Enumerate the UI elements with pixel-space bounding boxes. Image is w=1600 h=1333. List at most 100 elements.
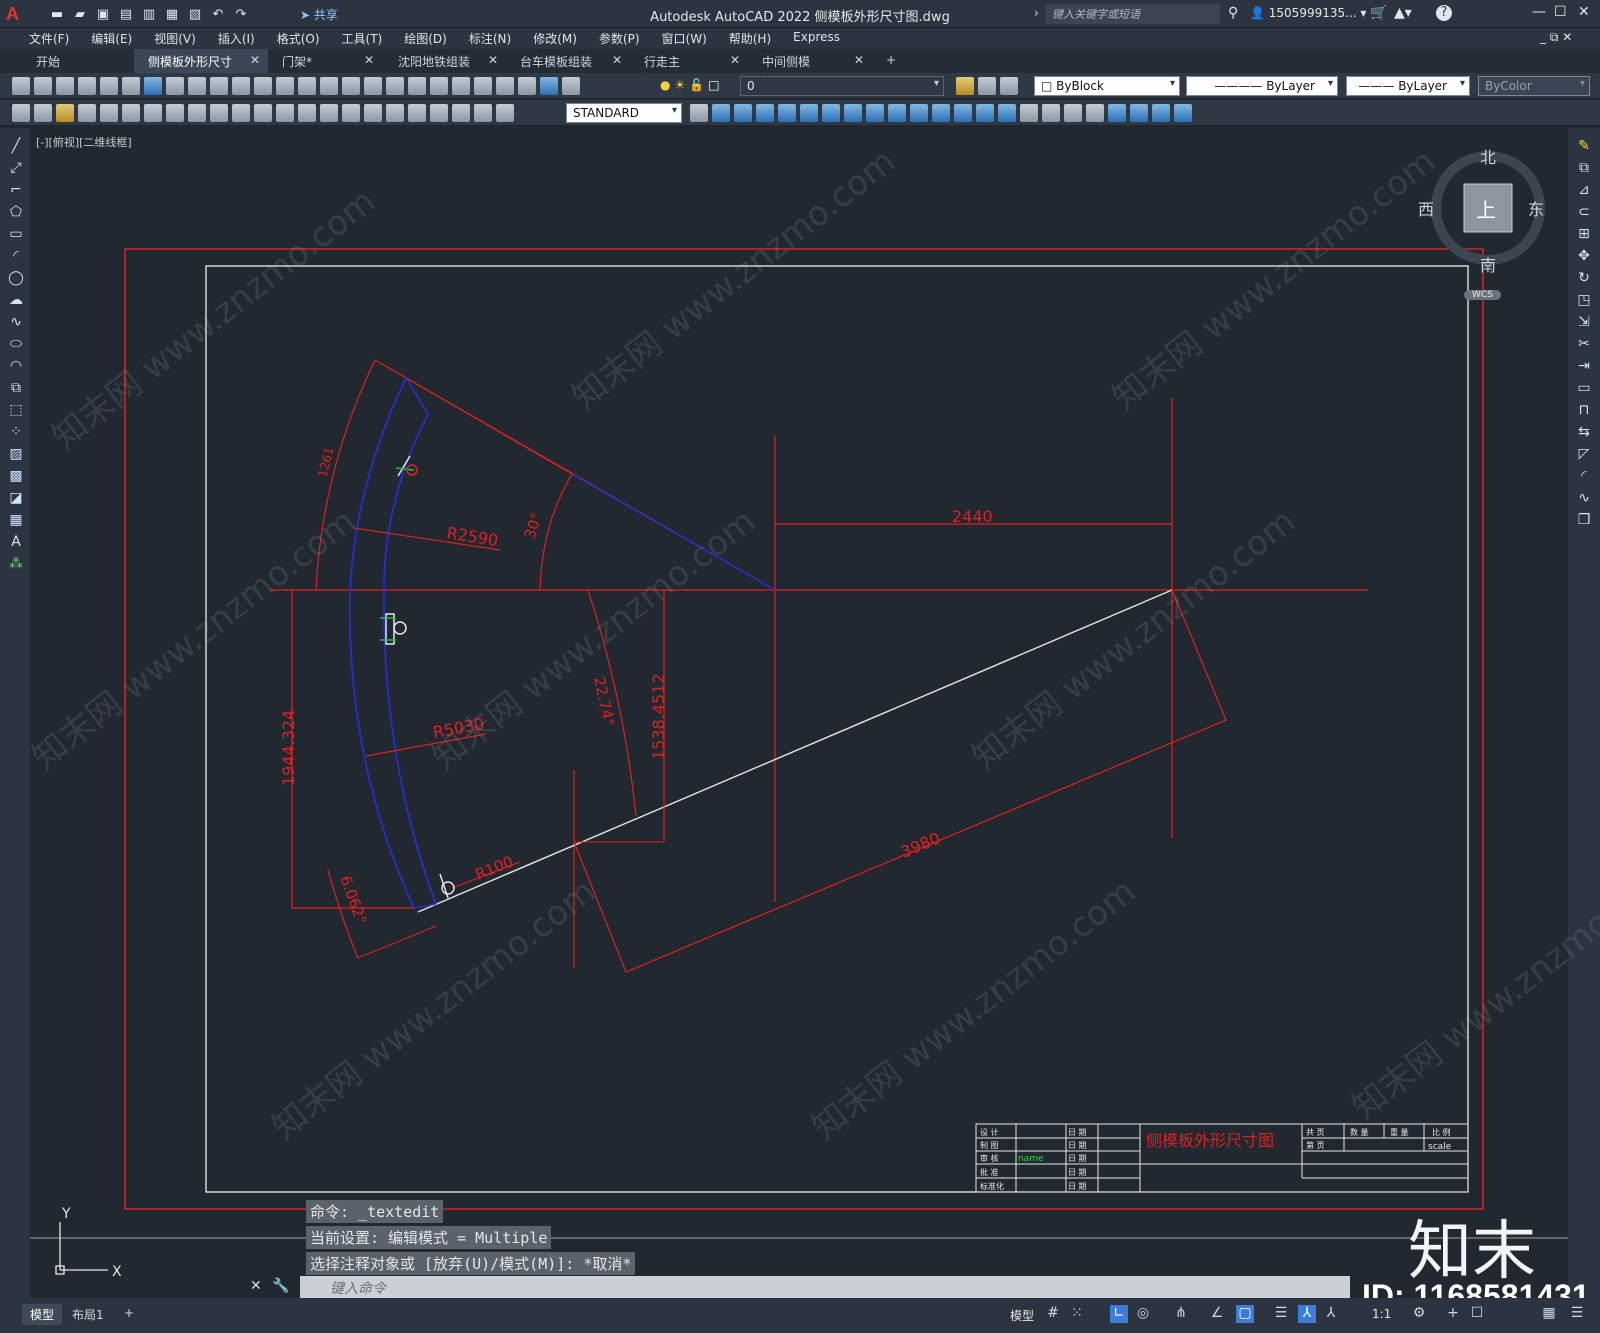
ellipse-icon[interactable]: ⬭ <box>8 336 24 352</box>
menu-dimension[interactable]: 标注(N) <box>458 28 522 49</box>
viewport-label[interactable]: [-][俯视][二维线框] <box>36 134 132 150</box>
3d-rotate-icon[interactable] <box>1130 104 1148 122</box>
offset-icon[interactable]: ⊂ <box>1576 204 1592 220</box>
viewcube-top[interactable]: 上 <box>1476 194 1496 223</box>
isodraft-icon[interactable]: ⋔ <box>1172 1305 1190 1323</box>
sphere-icon[interactable] <box>778 104 796 122</box>
wedge-icon[interactable] <box>822 104 840 122</box>
dim-break-icon[interactable] <box>342 104 360 122</box>
dim-text-edit-icon[interactable] <box>474 104 492 122</box>
tab-close-icon[interactable]: ✕ <box>364 53 374 73</box>
model-space-label[interactable]: 模型 <box>1010 1307 1034 1324</box>
menu-view[interactable]: 视图(V) <box>143 28 207 49</box>
dim-diameter-icon[interactable] <box>210 104 228 122</box>
pyramid-icon[interactable] <box>844 104 862 122</box>
box-icon[interactable] <box>712 104 730 122</box>
3d-move-icon[interactable] <box>1108 104 1126 122</box>
paste-icon[interactable] <box>210 77 228 95</box>
arc-icon[interactable]: ◜ <box>8 248 24 264</box>
sweep-icon[interactable] <box>910 104 928 122</box>
text-style-dropdown[interactable]: STANDARD ▾ <box>566 103 682 123</box>
menu-express[interactable]: Express <box>782 28 851 49</box>
menu-parametric[interactable]: 参数(P) <box>588 28 651 49</box>
insert-block-icon[interactable]: ⧉ <box>8 380 24 396</box>
move-icon[interactable]: ✥ <box>1576 248 1592 264</box>
tab-close-icon[interactable]: ✕ <box>612 53 622 73</box>
object-track-icon[interactable]: ∠ <box>1208 1305 1226 1323</box>
workspace-gear-icon[interactable]: ⚙ <box>1410 1305 1428 1323</box>
loft-icon[interactable] <box>932 104 950 122</box>
line-icon[interactable]: ╱ <box>8 138 24 154</box>
torus-icon[interactable] <box>800 104 818 122</box>
rotate-icon[interactable]: ↻ <box>1576 270 1592 286</box>
section-icon[interactable] <box>1064 104 1082 122</box>
point-icon[interactable]: ⁘ <box>8 424 24 440</box>
menu-insert[interactable]: 插入(I) <box>207 28 266 49</box>
table-icon[interactable]: ▦ <box>8 512 24 528</box>
array-icon[interactable]: ⊞ <box>1576 226 1592 242</box>
layer-dropdown[interactable]: 0 ▾ <box>740 76 944 96</box>
dim-style-icon[interactable] <box>56 104 74 122</box>
tab-shenyang[interactable]: 沈阳地铁组装图* ✕ <box>384 49 506 86</box>
3d-array-icon[interactable] <box>1174 104 1192 122</box>
copy-icon[interactable]: ⧉ <box>1576 160 1592 176</box>
grid-icon[interactable]: # <box>1044 1305 1062 1323</box>
circle-icon[interactable]: ◯ <box>8 270 24 286</box>
snap-icon[interactable]: ⁙ <box>1068 1305 1086 1323</box>
properties-icon[interactable] <box>408 77 426 95</box>
help-icon[interactable]: ? <box>1436 5 1452 21</box>
polyline-icon[interactable]: ⌐ <box>8 182 24 198</box>
mirror-icon[interactable]: ⊿ <box>1576 182 1592 198</box>
maximize-icon[interactable]: ☐ <box>1554 4 1567 20</box>
calculator-icon[interactable] <box>518 77 536 95</box>
search-icon[interactable]: ⚲ <box>1228 5 1238 21</box>
tab-close-icon[interactable]: ✕ <box>854 53 864 73</box>
layer-color-icon[interactable]: □ <box>708 78 719 92</box>
3d-align-icon[interactable] <box>1152 104 1170 122</box>
cone-icon[interactable] <box>756 104 774 122</box>
match-prop-icon[interactable] <box>232 77 250 95</box>
tab-middle-template[interactable]: 中间侧模板* ✕ <box>748 49 872 86</box>
r2590-text[interactable]: R2590 <box>445 523 499 550</box>
dim-aligned-icon[interactable] <box>34 104 52 122</box>
redo-icon[interactable] <box>298 77 316 95</box>
jogged-linear-icon[interactable] <box>430 104 448 122</box>
hardware-accel-icon[interactable]: ▦ <box>1540 1305 1558 1323</box>
spline-icon[interactable]: ∿ <box>8 314 24 330</box>
ortho-icon[interactable]: ∟ <box>1110 1305 1128 1323</box>
tab-close-icon[interactable]: ✕ <box>730 53 740 73</box>
auto-scale-icon[interactable]: ⅄ <box>1322 1305 1340 1323</box>
tab-close-icon[interactable]: ✕ <box>250 53 260 73</box>
new-icon[interactable] <box>12 77 30 95</box>
osnap-icon[interactable]: ▢ <box>1236 1305 1254 1323</box>
cart-icon[interactable]: 🛒 <box>1370 5 1387 21</box>
region-icon[interactable]: ◪ <box>8 490 24 506</box>
menu-tools[interactable]: 工具(T) <box>331 28 394 49</box>
customization-icon[interactable]: ☰ <box>1568 1305 1586 1323</box>
design-center-icon[interactable] <box>430 77 448 95</box>
extend-icon[interactable]: ⇥ <box>1576 358 1592 374</box>
menu-modify[interactable]: 修改(M) <box>522 28 588 49</box>
join-icon[interactable]: ⇆ <box>1576 424 1592 440</box>
rectangle-icon[interactable]: ▭ <box>8 226 24 242</box>
menu-draw[interactable]: 绘图(D) <box>393 28 458 49</box>
tolerance-icon[interactable] <box>364 104 382 122</box>
viewcube-west[interactable]: 西 <box>1418 196 1434 220</box>
dim-angular-icon[interactable] <box>232 104 250 122</box>
dim-aligned2-icon[interactable] <box>100 104 118 122</box>
trim-icon[interactable]: ✂ <box>1576 336 1592 352</box>
tab-model[interactable]: 模型 <box>22 1304 63 1325</box>
revcloud-icon[interactable]: ☁ <box>8 292 24 308</box>
menu-window[interactable]: 窗口(W) <box>651 28 718 49</box>
help-icon[interactable] <box>540 77 558 95</box>
intersect-icon[interactable] <box>998 104 1016 122</box>
sun-icon[interactable]: ☀ <box>674 78 685 92</box>
union-icon[interactable] <box>954 104 972 122</box>
viewcube-north[interactable]: 北 <box>1480 144 1496 168</box>
tab-trolley[interactable]: 台车模板组装图* ✕ <box>506 49 630 86</box>
slice-icon[interactable] <box>1020 104 1038 122</box>
dim-15384-text[interactable]: 1538.4512 <box>649 673 668 760</box>
dim-override-icon[interactable] <box>690 104 708 122</box>
new-tab-button[interactable]: + <box>872 49 902 73</box>
dim-19443-text[interactable]: 1944.324 <box>279 710 298 786</box>
